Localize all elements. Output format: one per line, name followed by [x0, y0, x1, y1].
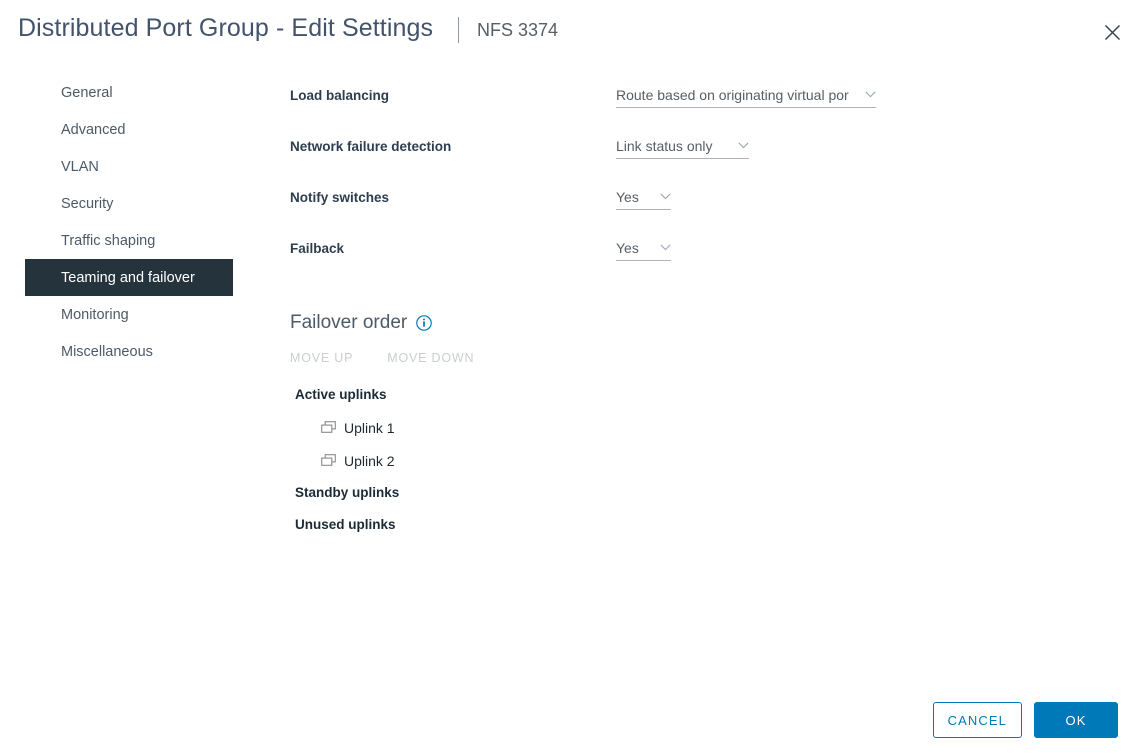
field-row-load-balancing: Load balancing Route based on originatin… — [290, 74, 1130, 125]
network-adapter-icon — [321, 454, 336, 468]
dialog-header: Distributed Port Group - Edit Settings N… — [0, 0, 1140, 62]
field-row-failback: Failback Yes — [290, 227, 1130, 278]
header-divider — [458, 17, 459, 43]
sidebar-item-traffic-shaping[interactable]: Traffic shaping — [25, 222, 233, 259]
sidebar-item-teaming-and-failover[interactable]: Teaming and failover — [25, 259, 233, 296]
failback-value: Yes — [616, 240, 656, 256]
uplink-item-uplink-1[interactable]: Uplink 1 — [290, 411, 890, 444]
header-subtitle: NFS 3374 — [477, 20, 558, 41]
uplink-label: Uplink 2 — [344, 453, 395, 469]
sidebar-item-security[interactable]: Security — [25, 185, 233, 222]
uplink-item-uplink-2[interactable]: Uplink 2 — [290, 444, 890, 477]
sidebar-item-label: Traffic shaping — [61, 233, 155, 249]
group-label-standby-uplinks: Standby uplinks — [290, 477, 890, 509]
uplink-list: Active uplinks Uplink 1 Uplink 2 Standby… — [290, 379, 890, 541]
dialog-footer: CANCEL OK — [933, 702, 1118, 738]
sidebar-item-label: Security — [61, 196, 113, 212]
uplink-label: Uplink 1 — [344, 420, 395, 436]
close-button[interactable] — [1098, 18, 1126, 46]
load-balancing-label: Load balancing — [290, 88, 389, 103]
field-row-network-failure-detection: Network failure detection Link status on… — [290, 125, 1130, 176]
failback-select[interactable]: Yes — [616, 235, 671, 261]
notify-switches-select[interactable]: Yes — [616, 184, 671, 210]
move-down-button[interactable]: MOVE DOWN — [387, 351, 474, 365]
ok-button[interactable]: OK — [1034, 702, 1118, 738]
settings-sidebar: General Advanced VLAN Security Traffic s… — [0, 74, 248, 370]
move-buttons-toolbar: MOVE UP MOVE DOWN — [290, 351, 890, 365]
failback-label: Failback — [290, 241, 344, 256]
sidebar-item-label: VLAN — [61, 159, 99, 175]
sidebar-item-general[interactable]: General — [25, 74, 233, 111]
close-icon — [1104, 24, 1121, 41]
page-title: Distributed Port Group - Edit Settings — [18, 14, 433, 43]
sidebar-item-monitoring[interactable]: Monitoring — [25, 296, 233, 333]
load-balancing-value: Route based on originating virtual por — [616, 87, 861, 103]
chevron-down-icon — [660, 193, 671, 200]
failover-order-section: Failover order MOVE UP MOVE DOWN Active … — [290, 312, 890, 541]
sidebar-item-label: Advanced — [61, 122, 126, 138]
network-adapter-icon — [321, 421, 336, 435]
network-failure-detection-label: Network failure detection — [290, 139, 451, 154]
load-balancing-select[interactable]: Route based on originating virtual por — [616, 82, 876, 108]
notify-switches-label: Notify switches — [290, 190, 389, 205]
sidebar-item-advanced[interactable]: Advanced — [25, 111, 233, 148]
move-up-button[interactable]: MOVE UP — [290, 351, 353, 365]
network-failure-detection-select[interactable]: Link status only — [616, 133, 749, 159]
info-icon[interactable] — [416, 315, 432, 331]
chevron-down-icon — [660, 244, 671, 251]
chevron-down-icon — [865, 91, 876, 98]
teaming-failover-form: Load balancing Route based on originatin… — [290, 74, 1130, 278]
group-label-unused-uplinks: Unused uplinks — [290, 509, 890, 541]
sidebar-item-label: Teaming and failover — [61, 270, 195, 286]
chevron-down-icon — [738, 142, 749, 149]
sidebar-item-label: Monitoring — [61, 307, 129, 323]
sidebar-item-label: General — [61, 85, 113, 101]
failover-order-title: Failover order — [290, 312, 407, 334]
notify-switches-value: Yes — [616, 189, 656, 205]
sidebar-item-label: Miscellaneous — [61, 344, 153, 360]
sidebar-item-vlan[interactable]: VLAN — [25, 148, 233, 185]
group-label-active-uplinks: Active uplinks — [290, 379, 890, 411]
network-failure-detection-value: Link status only — [616, 138, 734, 154]
cancel-button[interactable]: CANCEL — [933, 702, 1022, 738]
field-row-notify-switches: Notify switches Yes — [290, 176, 1130, 227]
sidebar-item-miscellaneous[interactable]: Miscellaneous — [25, 333, 233, 370]
failover-order-heading: Failover order — [290, 312, 890, 334]
